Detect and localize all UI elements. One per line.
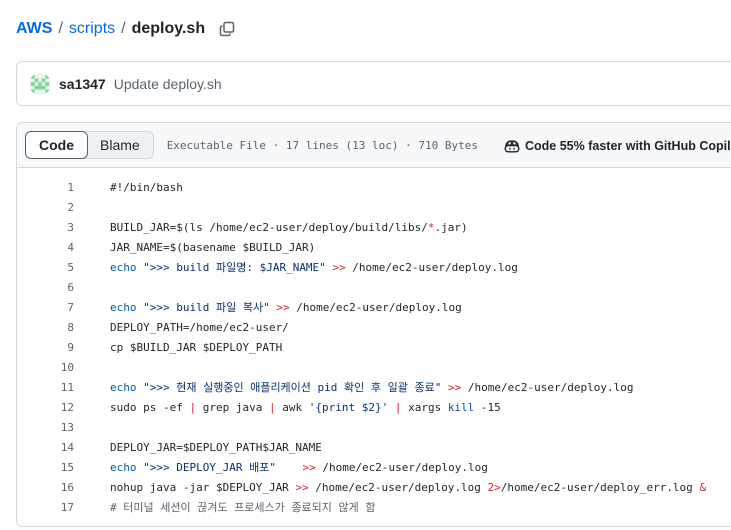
line-number[interactable]: 15 [17, 461, 74, 474]
copilot-promo-text: Code 55% faster with GitHub Copilot [525, 138, 731, 153]
code-line: 17 # 터미널 세션이 끊겨도 프로세스가 종료되지 않게 함 [17, 497, 731, 517]
code-line: 1 #!/bin/bash [17, 177, 731, 197]
commit-message-link[interactable]: Update deploy.sh [114, 76, 222, 92]
line-content: echo ">>> build 파일 복사" >> /home/ec2-user… [110, 301, 462, 314]
line-content: nohup java -jar $DEPLOY_JAR >> /home/ec2… [110, 480, 707, 494]
line-content: JAR_NAME=$(basename $BUILD_JAR) [110, 240, 316, 254]
copy-path-button[interactable] [218, 20, 236, 38]
line-content: sudo ps -ef | grep java | awk '{print $2… [110, 400, 501, 414]
line-content: DEPLOY_PATH=/home/ec2-user/ [110, 320, 289, 334]
breadcrumb-repo-link[interactable]: AWS [16, 20, 52, 38]
line-number[interactable]: 7 [17, 301, 74, 314]
code-line: 2 [17, 197, 731, 217]
code-view: 1 #!/bin/bash 2 3 BUILD_JAR=$(ls /home/ec2… [17, 168, 731, 517]
breadcrumb: AWS / scripts / deploy.sh [16, 18, 236, 40]
code-line: 16 nohup java -jar $DEPLOY_JAR >> /home/e… [17, 477, 731, 497]
code-line: 6 [17, 277, 731, 297]
latest-commit-bar: sa1347 Update deploy.sh [16, 61, 731, 106]
line-content: DEPLOY_JAR=$DEPLOY_PATH$JAR_NAME [110, 440, 322, 454]
line-number[interactable]: 6 [17, 281, 74, 294]
commit-author-link[interactable]: sa1347 [59, 76, 106, 92]
line-number[interactable]: 9 [17, 341, 74, 354]
copilot-promo-link[interactable]: Code 55% faster with GitHub Copilot [504, 123, 731, 168]
tab-blame[interactable]: Blame [87, 132, 153, 158]
line-content: echo ">>> DEPLOY_JAR 배포" >> /home/ec2-us… [110, 461, 488, 474]
line-content: BUILD_JAR=$(ls /home/ec2-user/deploy/bui… [110, 220, 468, 234]
line-number[interactable]: 16 [17, 481, 74, 494]
code-line: 14 DEPLOY_JAR=$DEPLOY_PATH$JAR_NAME [17, 437, 731, 457]
code-line: 11 echo ">>> 현재 실행중인 애플리케이션 pid 확인 후 일괄 종… [17, 377, 731, 397]
breadcrumb-separator: / [58, 20, 63, 37]
line-number[interactable]: 17 [17, 501, 74, 514]
code-line: 10 [17, 357, 731, 377]
line-number[interactable]: 13 [17, 421, 74, 434]
code-line: 5 echo ">>> build 파일명: $JAR_NAME" >> /hom… [17, 257, 731, 277]
line-number[interactable]: 14 [17, 441, 74, 454]
file-meta: Executable File · 17 lines (13 loc) · 71… [166, 138, 478, 152]
line-number[interactable]: 11 [17, 381, 74, 394]
file-header: Code Blame Executable File · 17 lines (1… [17, 123, 731, 168]
line-number[interactable]: 4 [17, 241, 74, 254]
code-line: 8 DEPLOY_PATH=/home/ec2-user/ [17, 317, 731, 337]
line-number[interactable]: 10 [17, 361, 74, 374]
line-number[interactable]: 2 [17, 201, 74, 214]
breadcrumb-current-file: deploy.sh [131, 20, 206, 37]
code-line: 13 [17, 417, 731, 437]
line-content: #!/bin/bash [110, 180, 183, 194]
copilot-icon [504, 139, 520, 153]
line-number[interactable]: 3 [17, 221, 74, 234]
code-line: 9 cp $BUILD_JAR $DEPLOY_PATH [17, 337, 731, 357]
line-number[interactable]: 12 [17, 401, 74, 414]
line-content: # 터미널 세션이 끊겨도 프로세스가 종료되지 않게 함 [110, 501, 376, 514]
line-content: echo ">>> 현재 실행중인 애플리케이션 pid 확인 후 일괄 종료"… [110, 381, 634, 394]
file-viewer: Code Blame Executable File · 17 lines (1… [16, 122, 731, 527]
code-line: 3 BUILD_JAR=$(ls /home/ec2-user/deploy/bu… [17, 217, 731, 237]
avatar[interactable] [29, 72, 51, 95]
line-content: cp $BUILD_JAR $DEPLOY_PATH [110, 340, 283, 354]
line-number[interactable]: 1 [17, 181, 74, 194]
line-content: echo ">>> build 파일명: $JAR_NAME" >> /home… [110, 261, 518, 274]
code-line: 12 sudo ps -ef | grep java | awk '{print … [17, 397, 731, 417]
breadcrumb-separator: / [121, 20, 126, 37]
tab-code[interactable]: Code [25, 131, 88, 159]
code-line: 7 echo ">>> build 파일 복사" >> /home/ec2-use… [17, 297, 731, 317]
line-number[interactable]: 5 [17, 261, 74, 274]
code-line: 4 JAR_NAME=$(basename $BUILD_JAR) [17, 237, 731, 257]
breadcrumb-folder-link[interactable]: scripts [69, 20, 115, 38]
view-mode-toggle: Code Blame [25, 131, 154, 159]
copy-icon [219, 21, 235, 37]
line-number[interactable]: 8 [17, 321, 74, 334]
identicon-icon [31, 74, 49, 93]
code-line: 15 echo ">>> DEPLOY_JAR 배포" >> /home/ec2-… [17, 457, 731, 477]
